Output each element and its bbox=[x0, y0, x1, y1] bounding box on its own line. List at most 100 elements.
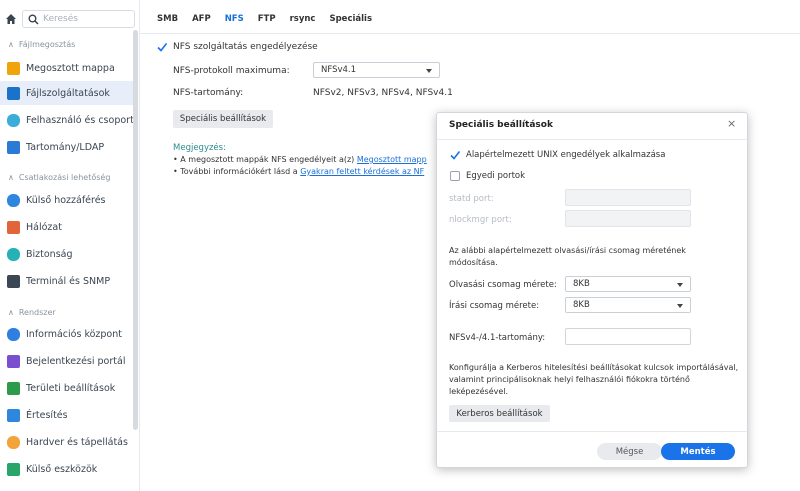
sidebar: Keresés ∧ Fájlmegosztás Megosztott mappa… bbox=[0, 0, 140, 491]
sidebar-item-regional[interactable]: Területi beállítások bbox=[0, 376, 133, 400]
sidebar-item-label: Fájlszolgáltatások bbox=[26, 87, 110, 99]
external-access-icon bbox=[7, 193, 20, 207]
sidebar-item-external-access[interactable]: Külső hozzáférés bbox=[0, 188, 133, 212]
sidebar-item-label: Értesítés bbox=[26, 409, 68, 421]
enable-nfs-checkbox-row[interactable]: NFS szolgáltatás engedélyezése bbox=[157, 42, 318, 52]
network-icon bbox=[7, 220, 20, 234]
section-file-sharing[interactable]: ∧ Fájlmegosztás bbox=[8, 37, 75, 51]
domain-icon bbox=[7, 140, 20, 154]
range-label: NFS-tartomány: bbox=[173, 88, 244, 98]
external-devices-icon bbox=[7, 462, 20, 476]
dialog-footer-divider bbox=[437, 431, 747, 432]
service-tabs: SMB AFP NFS FTP rsync Speciális bbox=[150, 10, 379, 30]
sidebar-item-label: Információs központ bbox=[26, 328, 122, 340]
sidebar-item-external-devices[interactable]: Külső eszközök bbox=[0, 457, 133, 481]
dialog-header-divider bbox=[437, 139, 747, 140]
read-packet-select[interactable]: 8KB bbox=[565, 276, 691, 292]
sidebar-item-users-groups[interactable]: Felhasználó és csoport bbox=[0, 108, 134, 132]
advanced-settings-dialog: Speciális beállítások × Alapértelmezett … bbox=[436, 112, 748, 468]
sidebar-item-label: Felhasználó és csoport bbox=[26, 114, 134, 126]
regional-icon bbox=[7, 381, 20, 395]
home-icon[interactable] bbox=[5, 13, 17, 25]
sidebar-item-label: Tartomány/LDAP bbox=[26, 141, 105, 153]
tab-smb[interactable]: SMB bbox=[150, 10, 185, 30]
tab-advanced[interactable]: Speciális bbox=[322, 10, 379, 30]
sidebar-item-label: Megosztott mappa bbox=[26, 62, 115, 74]
checkmark-icon[interactable] bbox=[157, 42, 167, 52]
section-connectivity[interactable]: ∧ Csatlakozási lehetőség bbox=[8, 170, 110, 184]
custom-ports-checkbox[interactable] bbox=[450, 171, 460, 181]
shared-folder-link[interactable]: Megosztott mapp bbox=[357, 155, 427, 164]
custom-ports-label: Egyedi portok bbox=[466, 171, 526, 181]
write-packet-select[interactable]: 8KB bbox=[565, 297, 691, 313]
sidebar-item-label: Terminál és SNMP bbox=[26, 275, 111, 287]
nlockmgr-port-label: nlockmgr port: bbox=[449, 215, 512, 225]
sidebar-item-label: Külső hozzáférés bbox=[26, 194, 106, 206]
nlockmgr-port-input[interactable] bbox=[565, 210, 691, 227]
note-title: Megjegyzés: bbox=[173, 143, 226, 153]
tab-afp[interactable]: AFP bbox=[185, 10, 218, 30]
nfsv4-domain-input[interactable] bbox=[565, 328, 691, 345]
section-label: Csatlakozási lehetőség bbox=[18, 172, 111, 182]
tab-divider bbox=[140, 33, 800, 34]
sidebar-item-file-services[interactable]: Fájlszolgáltatások bbox=[0, 81, 133, 105]
notification-icon bbox=[7, 408, 20, 422]
write-packet-value: 8KB bbox=[573, 300, 590, 310]
sidebar-item-label: Területi beállítások bbox=[26, 382, 116, 394]
terminal-icon bbox=[7, 274, 20, 288]
tab-ftp[interactable]: FTP bbox=[251, 10, 283, 30]
write-packet-label: Írási csomag mérete: bbox=[449, 301, 540, 311]
range-value: NFSv2, NFSv3, NFSv4, NFSv4.1 bbox=[313, 88, 453, 98]
login-portal-icon bbox=[7, 354, 20, 368]
chevron-up-icon: ∧ bbox=[8, 39, 14, 49]
sidebar-item-shared-folder[interactable]: Megosztott mappa bbox=[0, 56, 133, 80]
sidebar-item-notification[interactable]: Értesítés bbox=[0, 403, 133, 427]
save-button[interactable]: Mentés bbox=[661, 443, 735, 460]
protocol-value: NFSv4.1 bbox=[321, 65, 357, 75]
section-system[interactable]: ∧ Rendszer bbox=[8, 305, 56, 319]
note-line-1-text: • A megosztott mappák NFS engedélyeit a(… bbox=[173, 155, 355, 164]
folder-icon bbox=[7, 61, 20, 75]
unix-permissions-checkbox-row[interactable]: Alapértelmezett UNIX engedélyek alkalmaz… bbox=[450, 150, 665, 160]
sidebar-item-domain-ldap[interactable]: Tartomány/LDAP bbox=[0, 135, 133, 159]
kerberos-settings-button[interactable]: Kerberos beállítások bbox=[449, 405, 550, 422]
section-label: Rendszer bbox=[18, 307, 56, 317]
tab-nfs[interactable]: NFS bbox=[218, 10, 251, 30]
read-packet-value: 8KB bbox=[573, 279, 590, 289]
checkmark-icon[interactable] bbox=[450, 150, 460, 160]
note-line-2-text: • További információkért lásd a bbox=[173, 167, 298, 176]
search-input[interactable]: Keresés bbox=[22, 10, 135, 28]
tab-rsync[interactable]: rsync bbox=[283, 10, 323, 30]
cancel-button[interactable]: Mégse bbox=[597, 443, 662, 460]
search-icon bbox=[28, 14, 39, 25]
enable-nfs-label: NFS szolgáltatás engedélyezése bbox=[173, 42, 318, 52]
note-line-2: • További információkért lásd a Gyakran … bbox=[173, 167, 424, 176]
chevron-down-icon bbox=[426, 69, 432, 73]
users-icon bbox=[7, 113, 20, 127]
bulb-icon bbox=[7, 435, 20, 449]
sidebar-item-network[interactable]: Hálózat bbox=[0, 215, 133, 239]
dialog-title: Speciális beállítások bbox=[449, 120, 553, 130]
faq-link[interactable]: Gyakran feltett kérdések az NF bbox=[300, 167, 424, 176]
statd-port-label: statd port: bbox=[449, 194, 494, 204]
shield-icon bbox=[7, 247, 20, 261]
info-icon bbox=[7, 327, 20, 341]
statd-port-input[interactable] bbox=[565, 189, 691, 206]
sidebar-item-login-portal[interactable]: Bejelentkezési portál bbox=[0, 349, 133, 373]
close-icon[interactable]: × bbox=[727, 117, 736, 130]
sidebar-item-label: Hardver és tápellátás bbox=[26, 436, 128, 448]
sidebar-item-label: Külső eszközök bbox=[26, 463, 98, 475]
kerberos-description: Konfigurálja a Kerberos hitelesítési beá… bbox=[449, 363, 739, 396]
sidebar-item-info-center[interactable]: Információs központ bbox=[0, 322, 133, 346]
sidebar-scrollbar[interactable] bbox=[133, 30, 138, 430]
chevron-down-icon bbox=[677, 304, 683, 308]
protocol-select[interactable]: NFSv4.1 bbox=[313, 62, 440, 78]
search-placeholder: Keresés bbox=[43, 14, 78, 24]
sidebar-item-terminal-snmp[interactable]: Terminál és SNMP bbox=[0, 269, 133, 293]
advanced-settings-button[interactable]: Speciális beállítások bbox=[173, 110, 273, 128]
custom-ports-checkbox-row[interactable]: Egyedi portok bbox=[450, 171, 525, 181]
sidebar-item-security[interactable]: Biztonság bbox=[0, 242, 133, 266]
sidebar-item-hardware-power[interactable]: Hardver és tápellátás bbox=[0, 430, 133, 454]
chevron-up-icon: ∧ bbox=[8, 307, 14, 317]
sidebar-item-label: Bejelentkezési portál bbox=[26, 355, 126, 367]
